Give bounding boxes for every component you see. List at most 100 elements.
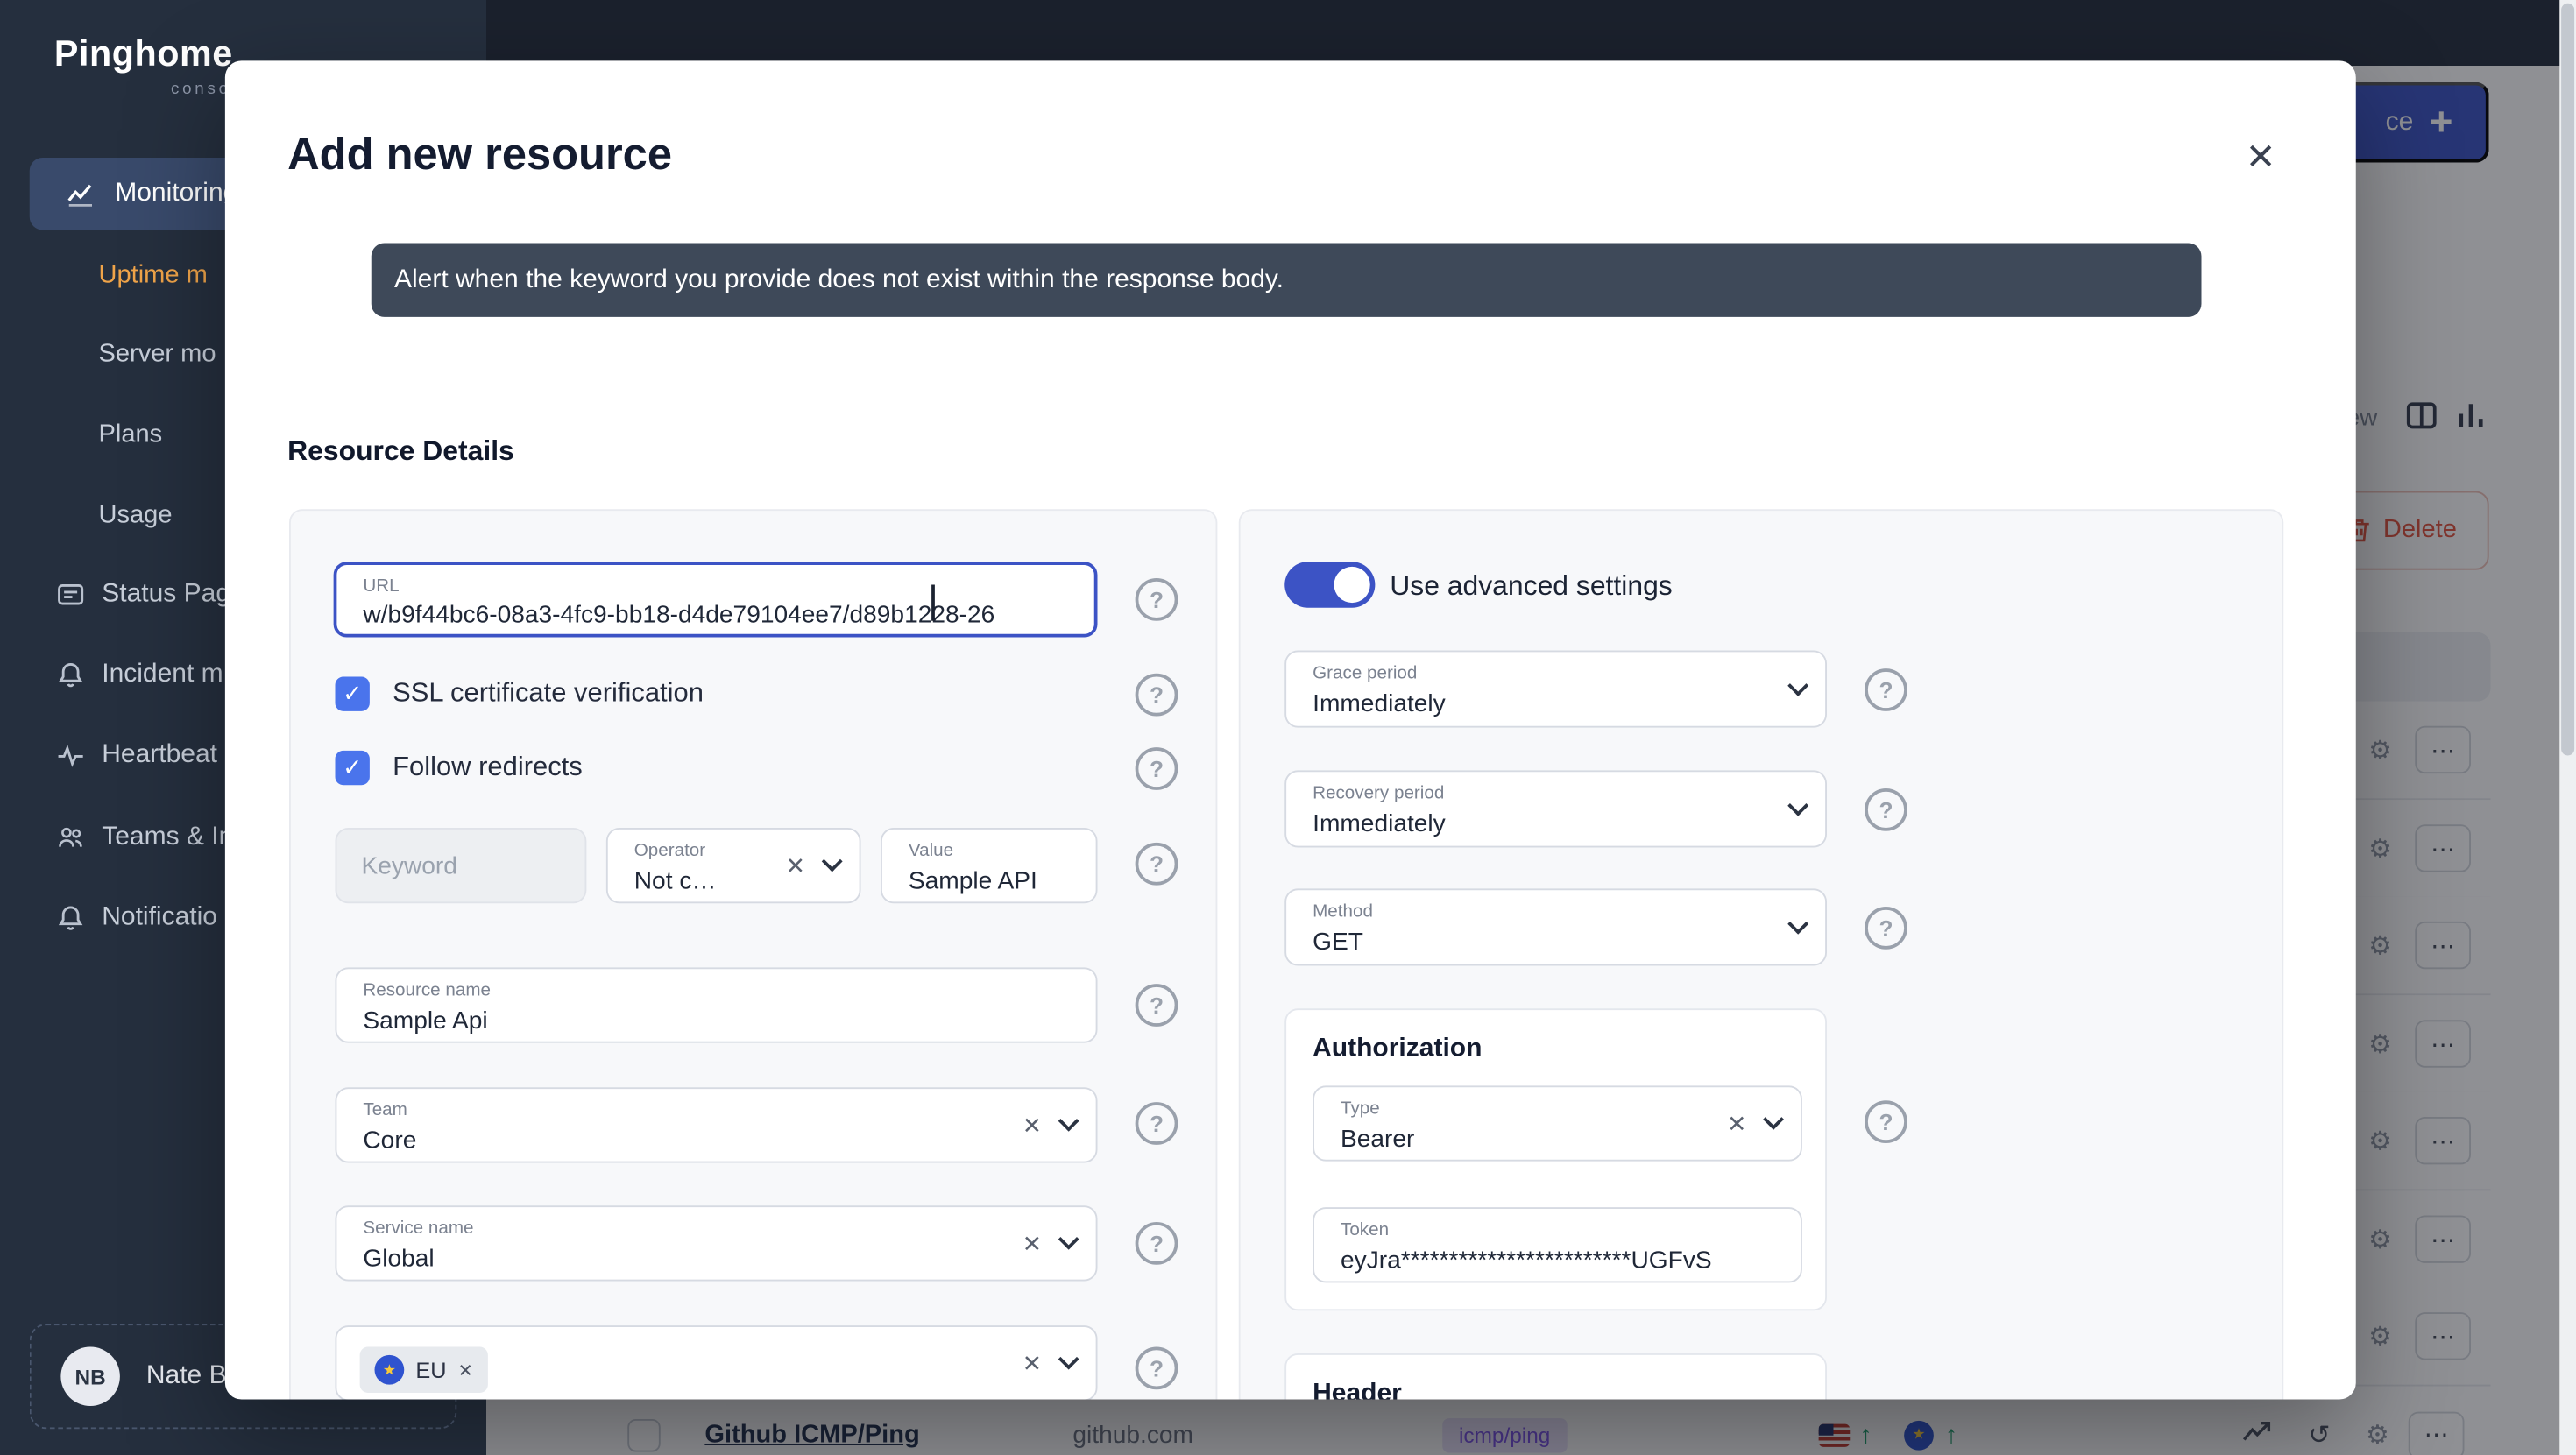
clear-icon[interactable]: ✕	[1023, 1111, 1042, 1139]
sidebar-item-notifications[interactable]: Notificatio	[56, 895, 217, 942]
help-icon[interactable]: ?	[1136, 1222, 1178, 1265]
sidebar-item-status-pages[interactable]: Status Pag	[56, 572, 230, 618]
resource-name-field[interactable]: Resource name	[336, 967, 1098, 1042]
method-value: GET	[1313, 928, 1720, 956]
clear-icon[interactable]: ✕	[1023, 1229, 1042, 1257]
sidebar-subitem-label: Uptime m	[99, 261, 208, 291]
help-icon[interactable]: ?	[1865, 907, 1907, 950]
region-chip-label: EU	[415, 1358, 446, 1382]
header-box: Header	[1284, 1353, 1827, 1400]
token-field[interactable]: Token	[1313, 1207, 1802, 1282]
sidebar-subitem-label: Plans	[99, 420, 163, 450]
service-name-select[interactable]: Service name Global ✕	[336, 1205, 1098, 1281]
auth-type-select[interactable]: Type Bearer ✕	[1313, 1085, 1802, 1161]
auth-type-label: Type	[1341, 1098, 1380, 1119]
resource-name-input[interactable]	[336, 969, 1095, 1042]
add-resource-modal: Add new resource ✕ Alert when the keywor…	[225, 60, 2356, 1399]
app-root: ce + ew Delete ⚙ ⋯ ⚙ ⋯ ⚙ ⋯ ⚙ ⋯ ⚙ ⋯ ⚙ ⋯ ⚙…	[0, 0, 2576, 1455]
banner-text: Alert when the keyword you provide does …	[394, 265, 1284, 295]
line-chart-icon	[66, 179, 96, 208]
authorization-title: Authorization	[1313, 1035, 1482, 1064]
chevron-down-icon	[1058, 1111, 1079, 1132]
chevron-down-icon	[1763, 1109, 1784, 1130]
clear-icon[interactable]: ✕	[1023, 1349, 1042, 1377]
bell-icon	[56, 903, 86, 933]
advanced-settings-label: Use advanced settings	[1390, 570, 1673, 604]
value-field[interactable]: Value	[881, 828, 1098, 903]
recovery-period-label: Recovery period	[1313, 783, 1444, 803]
help-icon[interactable]: ?	[1136, 843, 1178, 886]
clear-icon[interactable]: ✕	[786, 851, 805, 879]
help-icon[interactable]: ?	[1136, 1102, 1178, 1145]
help-icon[interactable]: ?	[1865, 668, 1907, 711]
sidebar-item-teams[interactable]: Teams & In	[56, 815, 234, 861]
sidebar-subitem-label: Usage	[99, 501, 173, 531]
chevron-down-icon	[1058, 1229, 1079, 1250]
method-label: Method	[1313, 901, 1373, 922]
recovery-period-select[interactable]: Recovery period Immediately	[1284, 770, 1827, 847]
team-select[interactable]: Team Core ✕	[336, 1087, 1098, 1162]
sidebar-item-uptime-monitors[interactable]: Uptime m	[99, 253, 208, 300]
ssl-label: SSL certificate verification	[393, 678, 704, 710]
url-field[interactable]: URL	[334, 562, 1098, 637]
sidebar-item-usage[interactable]: Usage	[99, 493, 173, 540]
app-logo: Pinghome	[54, 33, 233, 76]
chevron-down-icon	[1058, 1349, 1079, 1370]
help-icon[interactable]: ?	[1136, 674, 1178, 717]
recovery-period-value: Immediately	[1313, 809, 1720, 837]
url-input[interactable]	[336, 565, 1093, 634]
bell-icon	[56, 660, 86, 690]
page-scrollbar[interactable]	[2559, 0, 2576, 1455]
authorization-box: Authorization Type Bearer ✕ Token	[1284, 1008, 1827, 1310]
header-title: Header	[1313, 1380, 1402, 1400]
eu-flag-icon: ★	[375, 1355, 405, 1385]
regions-multiselect[interactable]: ★ EU ✕ ✕	[336, 1325, 1098, 1399]
chevron-down-icon	[1787, 913, 1808, 934]
chip-remove-icon[interactable]: ✕	[458, 1360, 473, 1381]
pulse-icon	[56, 741, 86, 771]
close-icon[interactable]: ✕	[2236, 133, 2285, 182]
help-icon[interactable]: ?	[1136, 1347, 1178, 1390]
people-icon	[56, 823, 86, 852]
sidebar-item-label: Monitoring	[115, 179, 237, 208]
help-icon[interactable]: ?	[1865, 788, 1907, 831]
modal-title: Add new resource	[287, 130, 672, 180]
token-input[interactable]	[1314, 1209, 1801, 1282]
help-icon[interactable]: ?	[1136, 578, 1178, 621]
sidebar-subitem-label: Server mo	[99, 340, 216, 370]
grace-period-select[interactable]: Grace period Immediately	[1284, 651, 1827, 728]
follow-redirects-checkbox[interactable]: ✓	[336, 751, 370, 785]
sidebar-item-label: Teams & In	[102, 823, 233, 852]
section-title: Resource Details	[287, 435, 514, 469]
sidebar-item-label: Status Pag	[102, 580, 230, 610]
toggle-knob	[1334, 567, 1370, 603]
operator-select[interactable]: Operator Not c… ✕	[606, 828, 861, 903]
region-chip: ★ EU ✕	[360, 1347, 488, 1394]
service-name-label: Service name	[363, 1218, 473, 1239]
advanced-settings-toggle[interactable]	[1284, 562, 1375, 608]
sidebar-item-server-monitors[interactable]: Server mo	[99, 332, 216, 378]
chevron-down-icon	[822, 851, 843, 872]
grace-period-value: Immediately	[1313, 690, 1720, 718]
ssl-checkbox[interactable]: ✓	[336, 677, 370, 711]
grace-period-label: Grace period	[1313, 664, 1417, 684]
team-value: Core	[363, 1127, 990, 1155]
keyword-input[interactable]	[336, 828, 587, 903]
help-icon[interactable]: ?	[1865, 1100, 1907, 1143]
team-label: Team	[363, 1100, 407, 1120]
scrollbar-thumb[interactable]	[2561, 4, 2574, 756]
value-input[interactable]	[882, 830, 1096, 902]
clear-icon[interactable]: ✕	[1727, 1110, 1746, 1138]
sidebar-item-plans[interactable]: Plans	[99, 413, 163, 459]
keyword-alert-banner: Alert when the keyword you provide does …	[372, 244, 2202, 317]
resource-details-panel: URL ? ✓ SSL certificate verification ? ✓…	[289, 509, 1217, 1399]
avatar: NB	[60, 1347, 120, 1407]
help-icon[interactable]: ?	[1136, 984, 1178, 1027]
sidebar-item-label: Notificatio	[102, 903, 217, 933]
sidebar-item-heartbeats[interactable]: Heartbeat	[56, 732, 217, 779]
sidebar-item-incident-management[interactable]: Incident m	[56, 652, 223, 698]
method-select[interactable]: Method GET	[1284, 888, 1827, 965]
sidebar-item-label: Heartbeat	[102, 741, 217, 771]
auth-type-value: Bearer	[1341, 1125, 1695, 1153]
help-icon[interactable]: ?	[1136, 747, 1178, 790]
